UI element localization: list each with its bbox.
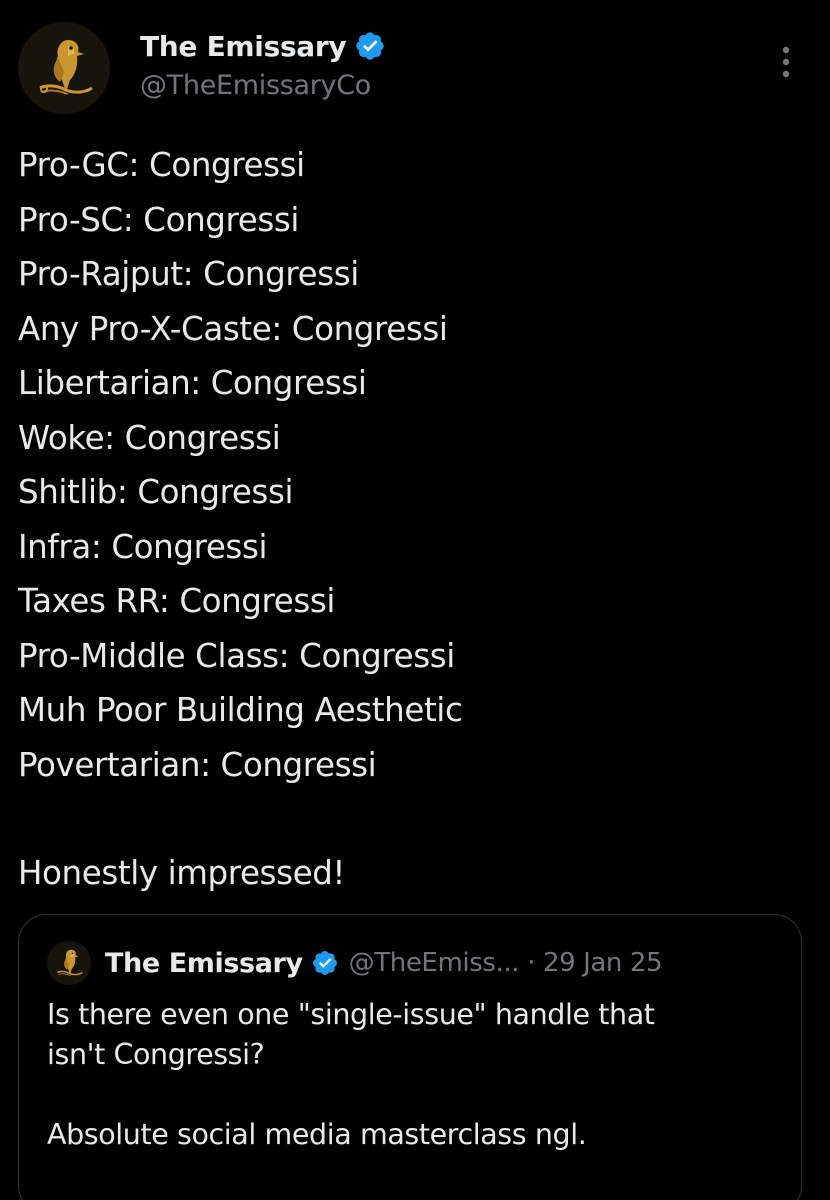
tweet-body-line: Woke: Congressi (18, 418, 281, 457)
tweet-body-line: Pro-Middle Class: Congressi (18, 636, 455, 675)
tweet-body-line: Pro-Rajput: Congressi (18, 255, 359, 293)
verified-badge-icon (312, 951, 337, 975)
tweet-body-line: Pro-GC: Congressi (18, 146, 305, 184)
quoted-tweet-header: The Emissary @TheEmiss... · 29 Jan 25 (47, 941, 663, 985)
tweet-body-line: Infra: Congressi (18, 527, 268, 566)
verified-badge-icon (356, 32, 385, 60)
quoted-body-blank-line (47, 1075, 787, 1115)
more-options-button[interactable] (774, 44, 798, 80)
quoted-separator: · (527, 948, 535, 978)
quoted-body-line: Is there even one "single-issue" handle … (47, 998, 655, 1031)
quoted-body-line: Absolute social media masterclass ngl. (47, 1118, 587, 1151)
tweet[interactable]: The Emissary @TheEmissaryCo Pro-GC: Cong… (0, 0, 830, 1200)
tweet-closing-line: Honestly impressed! (18, 854, 346, 892)
quoted-avatar (47, 941, 91, 985)
quoted-body-line: isn't Congressi? (47, 1038, 265, 1071)
author-handle[interactable]: @TheEmissaryCo (140, 70, 386, 101)
golden-bird-logo-icon (18, 22, 110, 114)
author-name-row: The Emissary (140, 28, 386, 64)
more-options-vertical-icon (782, 46, 790, 78)
tweet-body-line: Libertarian: Congressi (18, 364, 367, 402)
tweet-body-line: Povertarian: Congressi (18, 745, 377, 784)
quoted-author-display-name: The Emissary (105, 947, 303, 979)
tweet-body-line: Any Pro-X-Caste: Congressi (18, 309, 448, 348)
tweet-body-line: Pro-SC: Congressi (18, 200, 300, 239)
author-display-name[interactable]: The Emissary (140, 30, 347, 63)
quoted-author-handle: @TheEmiss... (348, 948, 520, 978)
avatar[interactable] (18, 22, 110, 114)
tweet-header: The Emissary @TheEmissaryCo (18, 22, 812, 114)
tweet-body-line: Shitlib: Congressi (18, 473, 294, 511)
tweet-body: Pro-GC: Congressi Pro-SC: Congressi Pro-… (18, 138, 808, 792)
quoted-date: 29 Jan 25 (542, 948, 663, 978)
author-info: The Emissary @TheEmissaryCo (140, 28, 386, 101)
quoted-tweet[interactable]: The Emissary @TheEmiss... · 29 Jan 25 Is… (18, 914, 802, 1200)
golden-bird-logo-icon (47, 941, 91, 985)
tweet-body-line: Taxes RR: Congressi (18, 582, 336, 620)
tweet-body-line: Muh Poor Building Aesthetic (18, 691, 463, 729)
quoted-tweet-body: Is there even one "single-issue" handle … (47, 995, 787, 1155)
